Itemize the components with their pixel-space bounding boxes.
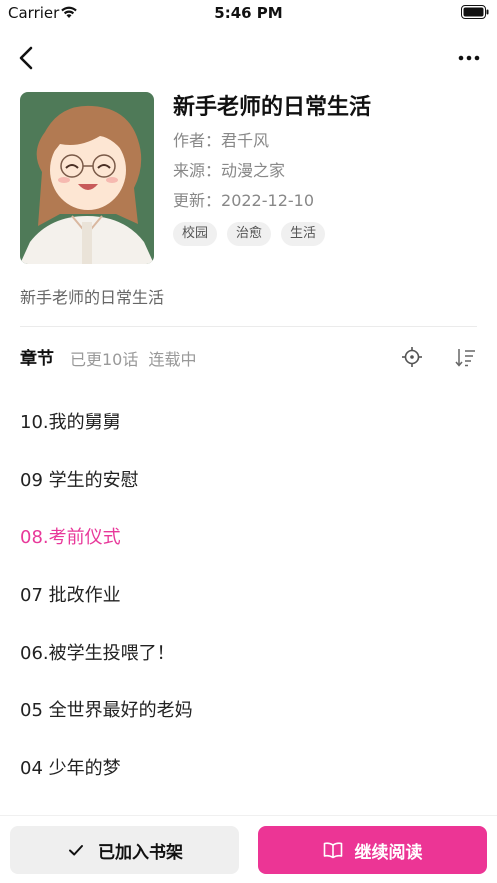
author-value: 君千风 bbox=[221, 131, 270, 150]
author-label: 作者： bbox=[173, 131, 222, 150]
author-row: 作者：君千风 bbox=[173, 126, 483, 156]
chapter-item[interactable]: 09 学生的安慰 bbox=[20, 452, 477, 510]
added-to-shelf-button[interactable]: 已加入书架 bbox=[10, 826, 239, 874]
updated-value: 2022-12-10 bbox=[221, 191, 314, 210]
status-time: 5:46 PM bbox=[214, 4, 283, 22]
more-icon[interactable] bbox=[457, 48, 481, 68]
book-info: 新手老师的日常生活 作者：君千风 来源：动漫之家 更新：2022-12-10 校… bbox=[173, 92, 483, 246]
chapter-item[interactable]: 06.被学生投喂了！ bbox=[20, 625, 477, 683]
locate-icon[interactable] bbox=[401, 346, 423, 368]
status-bar: Carrier 5:46 PM bbox=[0, 0, 497, 26]
continue-reading-label: 继续阅读 bbox=[354, 842, 423, 863]
chapter-item[interactable]: 04 少年的梦 bbox=[20, 740, 477, 798]
check-icon bbox=[69, 845, 83, 856]
navigation-bar bbox=[0, 36, 497, 80]
chapter-heading: 章节 bbox=[20, 349, 54, 369]
source-label: 来源： bbox=[173, 161, 222, 180]
chapter-list: 10.我的舅舅 09 学生的安慰 08.考前仪式 07 批改作业 06.被学生投… bbox=[20, 394, 477, 798]
tag-chip[interactable]: 校园 bbox=[173, 222, 218, 246]
bottom-action-bar: 已加入书架 继续阅读 bbox=[0, 815, 497, 883]
book-title: 新手老师的日常生活 bbox=[173, 95, 372, 120]
back-icon[interactable] bbox=[14, 44, 40, 72]
chapter-header: 章节 已更10话 连载中 bbox=[20, 342, 477, 372]
chapter-item[interactable]: 10.我的舅舅 bbox=[20, 394, 477, 452]
chapter-item[interactable]: 07 批改作业 bbox=[20, 567, 477, 625]
book-cover[interactable] bbox=[20, 92, 154, 264]
tag-chip[interactable]: 治愈 bbox=[227, 222, 272, 246]
sort-icon[interactable] bbox=[454, 346, 476, 368]
divider bbox=[20, 326, 477, 327]
book-open-icon bbox=[323, 842, 342, 859]
chapter-item[interactable]: 05 全世界最好的老妈 bbox=[20, 682, 477, 740]
source-row: 来源：动漫之家 bbox=[173, 156, 483, 186]
continue-reading-button[interactable]: 继续阅读 bbox=[258, 826, 487, 874]
source-value: 动漫之家 bbox=[221, 161, 286, 180]
tag-chip[interactable]: 生活 bbox=[281, 222, 326, 246]
cover-illustration bbox=[20, 92, 154, 264]
updated-label: 更新： bbox=[173, 191, 222, 210]
chapter-status: 已更10话 连载中 bbox=[70, 350, 197, 369]
added-to-shelf-label: 已加入书架 bbox=[98, 842, 183, 863]
updated-row: 更新：2022-12-10 bbox=[173, 186, 483, 216]
synopsis: 新手老师的日常生活 bbox=[20, 288, 165, 307]
chapter-item-current[interactable]: 08.考前仪式 bbox=[20, 509, 477, 567]
battery-icon bbox=[461, 5, 489, 19]
tag-list: 校园 治愈 生活 bbox=[173, 222, 483, 246]
